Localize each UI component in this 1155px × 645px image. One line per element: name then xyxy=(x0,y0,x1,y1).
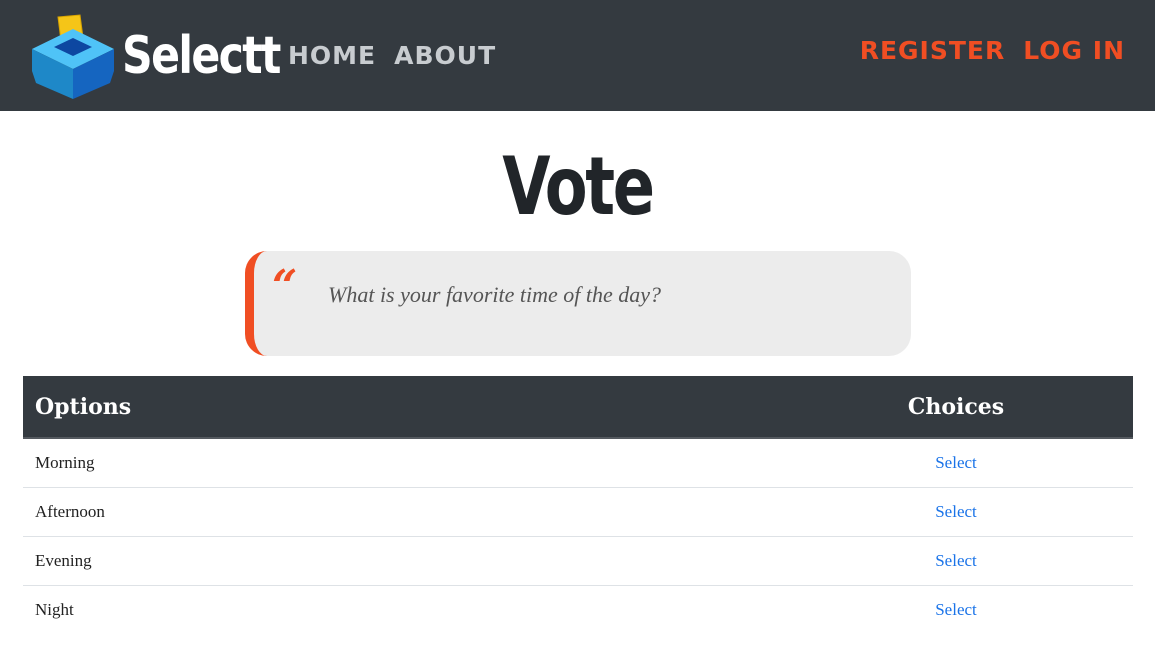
options-header: Options xyxy=(23,376,779,439)
brand-link[interactable]: Selectt xyxy=(28,11,281,101)
auth-links: REGISTER LOG IN xyxy=(842,36,1125,65)
question-text: What is your favorite time of the day? xyxy=(328,282,661,307)
option-label: Evening xyxy=(23,536,779,586)
select-evening-link[interactable]: Select xyxy=(935,551,977,570)
register-link[interactable]: REGISTER xyxy=(860,36,1006,65)
table-row: Morning Select xyxy=(23,438,1133,488)
option-label: Morning xyxy=(23,438,779,488)
question-blockquote: “ What is your favorite time of the day? xyxy=(245,251,911,356)
table-row: Evening Select xyxy=(23,536,1133,586)
option-label: Afternoon xyxy=(23,487,779,537)
choices-header: Choices xyxy=(779,376,1133,439)
ballot-box-icon xyxy=(32,13,114,99)
quote-icon: “ xyxy=(272,261,298,312)
brand-name: Selectt xyxy=(122,25,281,86)
select-afternoon-link[interactable]: Select xyxy=(935,502,977,521)
table-row: Night Select xyxy=(23,586,1133,635)
option-label: Night xyxy=(35,600,74,619)
select-night-link[interactable]: Select xyxy=(935,600,977,619)
vote-table: Options Choices Morning Select Afternoon… xyxy=(23,376,1133,634)
login-link[interactable]: LOG IN xyxy=(1023,36,1125,65)
nav-links: HOME ABOUT xyxy=(288,41,514,70)
table-row: Afternoon Select xyxy=(23,487,1133,537)
select-morning-link[interactable]: Select xyxy=(935,453,977,472)
page-title: Vote xyxy=(502,140,655,233)
nav-home-link[interactable]: HOME xyxy=(288,41,376,70)
navbar: Selectt HOME ABOUT REGISTER LOG IN xyxy=(0,0,1155,111)
nav-about-link[interactable]: ABOUT xyxy=(394,41,496,70)
table-header-row: Options Choices xyxy=(23,376,1133,439)
